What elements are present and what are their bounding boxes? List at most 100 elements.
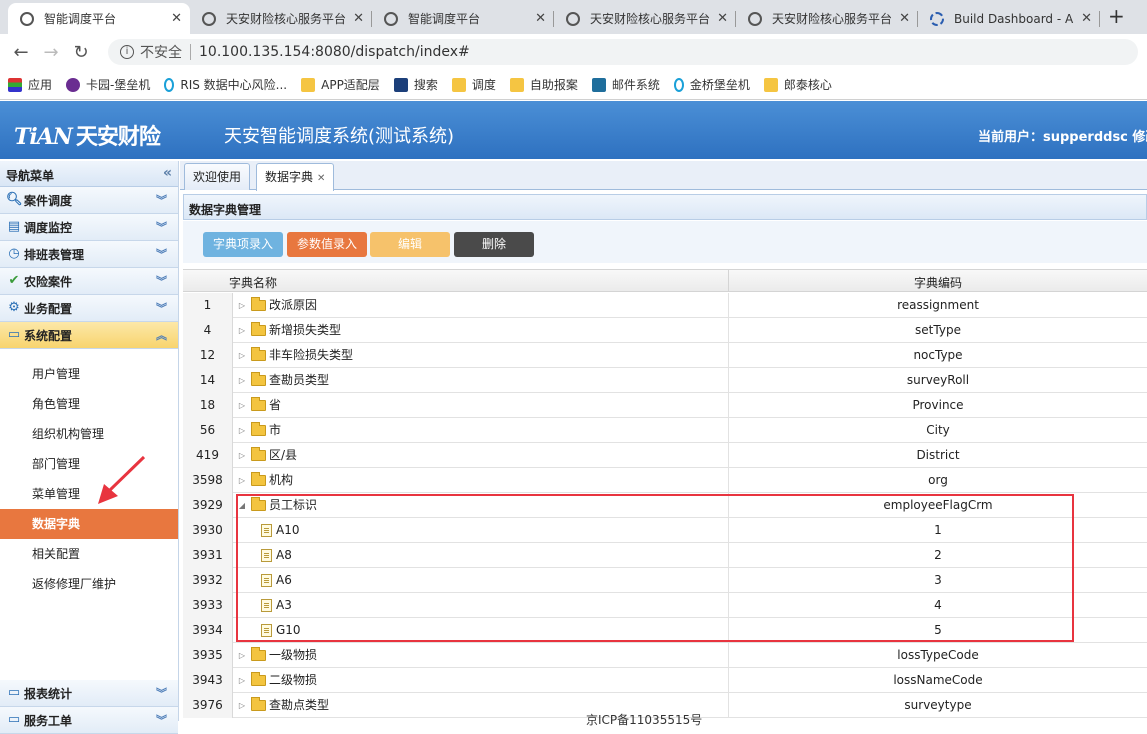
- collapsed-triangle-icon[interactable]: ▷: [237, 668, 247, 693]
- row-name-cell[interactable]: ▷ 一级物损: [233, 643, 728, 668]
- tab-data-dict[interactable]: 数据字典 ✕: [256, 163, 335, 191]
- row-code-cell[interactable]: City: [728, 418, 1147, 443]
- table-row[interactable]: 3929 ◢ 员工标识 employeeFlagCrm: [183, 493, 1147, 518]
- forward-icon[interactable]: →: [36, 42, 66, 63]
- table-row[interactable]: 3943 ▷ 二级物损 lossNameCode: [183, 668, 1147, 693]
- table-row[interactable]: 3933 A3 4: [183, 593, 1147, 618]
- row-name-cell[interactable]: A6: [233, 568, 728, 593]
- row-name-cell[interactable]: ▷ 新增损失类型: [233, 318, 728, 343]
- row-name-cell[interactable]: ▷ 省: [233, 393, 728, 418]
- chevron-down-icon[interactable]: ︾: [156, 685, 178, 701]
- row-name-cell[interactable]: ▷ 非车险损失类型: [233, 343, 728, 368]
- bookmark-folder[interactable]: 调度: [451, 76, 496, 93]
- back-icon[interactable]: ←: [6, 42, 36, 63]
- close-icon[interactable]: ✕: [353, 11, 364, 26]
- close-icon[interactable]: ✕: [899, 11, 910, 26]
- chevron-down-icon[interactable]: ︾: [156, 246, 178, 262]
- row-code-cell[interactable]: 1: [728, 518, 1147, 543]
- row-name-cell[interactable]: ▷ 区/县: [233, 443, 728, 468]
- bookmark-folder[interactable]: 自助报案: [509, 76, 578, 93]
- table-row[interactable]: 56 ▷ 市 City: [183, 418, 1147, 443]
- table-row[interactable]: 3931 A8 2: [183, 543, 1147, 568]
- address-bar[interactable]: i 不安全 10.100.135.154:8080/dispatch/index…: [108, 39, 1138, 65]
- bookmark-item[interactable]: 卡园-堡垒机: [66, 76, 150, 93]
- browser-tab-5[interactable]: Build Dashboard - A ✕: [918, 3, 1100, 34]
- column-header-code[interactable]: 字典编码: [728, 270, 1147, 292]
- row-name-cell[interactable]: A8: [233, 543, 728, 568]
- table-row[interactable]: 4 ▷ 新增损失类型 setType: [183, 318, 1147, 343]
- sidebar-item-related-config[interactable]: 相关配置: [0, 539, 178, 569]
- bookmark-folder[interactable]: APP适配层: [301, 76, 380, 93]
- add-dict-item-button[interactable]: 字典项录入: [203, 232, 283, 257]
- add-param-value-button[interactable]: 参数值录入: [287, 232, 367, 257]
- row-name-cell[interactable]: ▷ 机构: [233, 468, 728, 493]
- collapse-sidebar-icon[interactable]: «: [163, 166, 172, 180]
- table-row[interactable]: 18 ▷ 省 Province: [183, 393, 1147, 418]
- chevron-down-icon[interactable]: ︾: [156, 219, 178, 235]
- browser-tab-4[interactable]: 天安财险核心服务平台 ✕: [736, 3, 918, 34]
- table-row[interactable]: 3932 A6 3: [183, 568, 1147, 593]
- chevron-down-icon[interactable]: ︾: [156, 273, 178, 289]
- browser-tab-1[interactable]: 天安财险核心服务平台 ✕: [190, 3, 372, 34]
- bookmark-item[interactable]: 金桥堡垒机: [673, 76, 750, 93]
- row-name-cell[interactable]: ▷ 改派原因: [233, 293, 728, 318]
- info-icon[interactable]: i: [120, 45, 134, 59]
- row-code-cell[interactable]: 4: [728, 593, 1147, 618]
- row-code-cell[interactable]: setType: [728, 318, 1147, 343]
- row-code-cell[interactable]: 3: [728, 568, 1147, 593]
- collapsed-triangle-icon[interactable]: ▷: [237, 343, 247, 368]
- chevron-down-icon[interactable]: ︾: [156, 712, 178, 728]
- expanded-triangle-icon[interactable]: ◢: [237, 493, 247, 518]
- chevron-down-icon[interactable]: ︾: [156, 192, 178, 208]
- close-icon[interactable]: ✕: [1081, 11, 1092, 26]
- collapsed-triangle-icon[interactable]: ▷: [237, 693, 247, 718]
- table-row[interactable]: 14 ▷ 查勘员类型 surveyRoll: [183, 368, 1147, 393]
- row-code-cell[interactable]: surveyRoll: [728, 368, 1147, 393]
- sidebar-section-business-config[interactable]: ⚙ 业务配置 ︾: [0, 295, 178, 322]
- row-code-cell[interactable]: Province: [728, 393, 1147, 418]
- table-row[interactable]: 419 ▷ 区/县 District: [183, 443, 1147, 468]
- row-name-cell[interactable]: A3: [233, 593, 728, 618]
- sidebar-item-org-mgmt[interactable]: 组织机构管理: [0, 419, 178, 449]
- row-code-cell[interactable]: District: [728, 443, 1147, 468]
- sidebar-section-dispatch-monitor[interactable]: ▤ 调度监控 ︾: [0, 214, 178, 241]
- close-icon[interactable]: ✕: [535, 11, 546, 26]
- row-name-cell[interactable]: ▷ 市: [233, 418, 728, 443]
- collapsed-triangle-icon[interactable]: ▷: [237, 293, 247, 318]
- row-code-cell[interactable]: employeeFlagCrm: [728, 493, 1147, 518]
- row-code-cell[interactable]: reassignment: [728, 293, 1147, 318]
- row-code-cell[interactable]: surveytype: [728, 693, 1147, 718]
- browser-tab-3[interactable]: 天安财险核心服务平台 ✕: [554, 3, 736, 34]
- row-name-cell[interactable]: ▷ 二级物损: [233, 668, 728, 693]
- collapsed-triangle-icon[interactable]: ▷: [237, 643, 247, 668]
- browser-tab-2[interactable]: 智能调度平台 ✕: [372, 3, 554, 34]
- reload-icon[interactable]: ↻: [66, 42, 96, 63]
- table-row[interactable]: 3930 A10 1: [183, 518, 1147, 543]
- table-row[interactable]: 3598 ▷ 机构 org: [183, 468, 1147, 493]
- bookmark-apps[interactable]: 应用: [8, 76, 52, 93]
- collapsed-triangle-icon[interactable]: ▷: [237, 418, 247, 443]
- row-name-cell[interactable]: G10: [233, 618, 728, 643]
- bookmark-item[interactable]: 邮件系统: [591, 76, 660, 93]
- column-header-name[interactable]: 字典名称: [229, 274, 277, 291]
- table-row[interactable]: 12 ▷ 非车险损失类型 nocType: [183, 343, 1147, 368]
- edit-button[interactable]: 编辑: [370, 232, 450, 257]
- close-icon[interactable]: ✕: [317, 173, 325, 184]
- sidebar-section-reports[interactable]: ▭ 报表统计 ︾: [0, 680, 178, 707]
- bookmark-item[interactable]: 搜索: [393, 76, 438, 93]
- delete-button[interactable]: 删除: [454, 232, 534, 257]
- row-name-cell[interactable]: ◢ 员工标识: [233, 493, 728, 518]
- collapsed-triangle-icon[interactable]: ▷: [237, 318, 247, 343]
- row-code-cell[interactable]: nocType: [728, 343, 1147, 368]
- sidebar-section-case-dispatch[interactable]: 🔍︎ 案件调度 ︾: [0, 187, 178, 214]
- sidebar-section-system-config[interactable]: ▭ 系统配置 ︽: [0, 322, 178, 349]
- url-text[interactable]: 10.100.135.154:8080/dispatch/index#: [199, 44, 470, 60]
- row-code-cell[interactable]: org: [728, 468, 1147, 493]
- row-code-cell[interactable]: 5: [728, 618, 1147, 643]
- table-row[interactable]: 3935 ▷ 一级物损 lossTypeCode: [183, 643, 1147, 668]
- close-icon[interactable]: ✕: [171, 11, 182, 26]
- row-name-cell[interactable]: A10: [233, 518, 728, 543]
- sidebar-item-user-mgmt[interactable]: 用户管理: [0, 359, 178, 389]
- row-code-cell[interactable]: 2: [728, 543, 1147, 568]
- bookmark-item[interactable]: RIS 数据中心风险...: [164, 76, 287, 93]
